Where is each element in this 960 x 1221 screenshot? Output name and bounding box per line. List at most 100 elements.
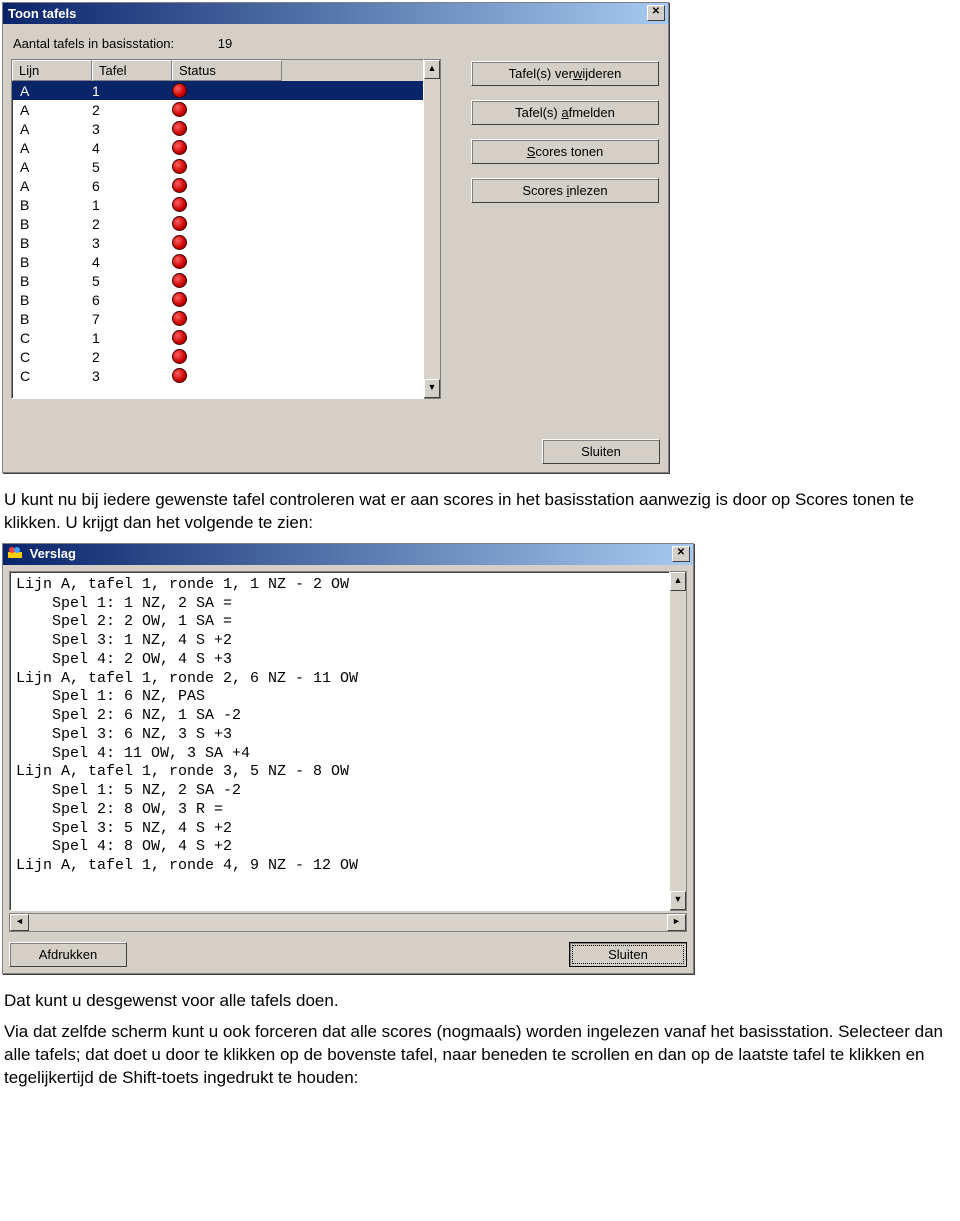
table-row[interactable]: B3 xyxy=(12,233,423,252)
cell-tafel: 4 xyxy=(92,140,172,156)
table-row[interactable]: A1 xyxy=(12,81,423,100)
app-icon xyxy=(8,546,22,561)
vertical-scrollbar[interactable]: ▲ ▼ xyxy=(670,571,687,911)
paragraph-3: Via dat zelfde scherm kunt u ook forcere… xyxy=(4,1021,944,1090)
table-row[interactable]: A6 xyxy=(12,176,423,195)
stat-label: Aantal tafels in basisstation: xyxy=(13,36,174,51)
cell-status xyxy=(172,254,187,269)
status-dot-icon xyxy=(172,311,187,326)
cell-tafel: 5 xyxy=(92,159,172,175)
window-title: Toon tafels xyxy=(8,6,76,21)
cell-status xyxy=(172,235,187,250)
close-icon[interactable]: ✕ xyxy=(672,546,690,562)
status-dot-icon xyxy=(172,140,187,155)
status-dot-icon xyxy=(172,102,187,117)
header-lijn[interactable]: Lijn xyxy=(12,60,92,81)
cell-status xyxy=(172,311,187,326)
toon-tafels-window: Toon tafels ✕ Aantal tafels in basisstat… xyxy=(2,2,669,473)
titlebar: Verslag ✕ xyxy=(3,544,693,565)
table-row[interactable]: B4 xyxy=(12,252,423,271)
cell-tafel: 7 xyxy=(92,311,172,327)
verwijderen-button[interactable]: Tafel(s) verwijderen xyxy=(471,61,659,86)
scroll-track[interactable] xyxy=(424,79,440,379)
stat-value: 19 xyxy=(218,36,232,51)
cell-lijn: A xyxy=(20,178,92,194)
scroll-track[interactable] xyxy=(670,591,686,891)
report-text[interactable]: Lijn A, tafel 1, ronde 1, 1 NZ - 2 OW Sp… xyxy=(9,571,670,911)
cell-tafel: 1 xyxy=(92,83,172,99)
cell-lijn: B xyxy=(20,311,92,327)
table-row[interactable]: C1 xyxy=(12,328,423,347)
status-dot-icon xyxy=(172,216,187,231)
status-dot-icon xyxy=(172,273,187,288)
cell-lijn: B xyxy=(20,197,92,213)
table-row[interactable]: C2 xyxy=(12,347,423,366)
cell-lijn: C xyxy=(20,349,92,365)
cell-tafel: 5 xyxy=(92,273,172,289)
cell-status xyxy=(172,216,187,231)
titlebar: Toon tafels ✕ xyxy=(3,3,668,24)
status-dot-icon xyxy=(172,349,187,364)
table-row[interactable]: B1 xyxy=(12,195,423,214)
cell-lijn: C xyxy=(20,330,92,346)
scores-inlezen-button[interactable]: Scores inlezen xyxy=(471,178,659,203)
stat-line: Aantal tafels in basisstation: 19 xyxy=(13,36,658,51)
cell-tafel: 3 xyxy=(92,368,172,384)
cell-status xyxy=(172,197,187,212)
scroll-up-icon[interactable]: ▲ xyxy=(424,60,440,79)
table-row[interactable]: C3 xyxy=(12,366,423,385)
cell-lijn: A xyxy=(20,140,92,156)
status-dot-icon xyxy=(172,83,187,98)
cell-tafel: 3 xyxy=(92,235,172,251)
sluiten-button[interactable]: Sluiten xyxy=(569,942,687,967)
cell-lijn: A xyxy=(20,159,92,175)
status-dot-icon xyxy=(172,368,187,383)
header-status[interactable]: Status xyxy=(172,60,282,81)
header-tafel[interactable]: Tafel xyxy=(92,60,172,81)
cell-status xyxy=(172,368,187,383)
scores-tonen-button[interactable]: Scores tonen xyxy=(471,139,659,164)
scroll-up-icon[interactable]: ▲ xyxy=(670,572,686,591)
sluiten-button[interactable]: Sluiten xyxy=(542,439,660,464)
cell-lijn: B xyxy=(20,235,92,251)
cell-tafel: 4 xyxy=(92,254,172,270)
cell-status xyxy=(172,121,187,136)
cell-lijn: C xyxy=(20,368,92,384)
scroll-left-icon[interactable]: ◄ xyxy=(10,914,29,931)
cell-lijn: B xyxy=(20,273,92,289)
cell-tafel: 3 xyxy=(92,121,172,137)
table-row[interactable]: B7 xyxy=(12,309,423,328)
scroll-down-icon[interactable]: ▼ xyxy=(424,379,440,398)
scroll-right-icon[interactable]: ► xyxy=(667,914,686,931)
status-dot-icon xyxy=(172,121,187,136)
horizontal-scrollbar[interactable]: ◄ ► xyxy=(9,913,687,932)
table-row[interactable]: A4 xyxy=(12,138,423,157)
cell-status xyxy=(172,178,187,193)
status-dot-icon xyxy=(172,235,187,250)
status-dot-icon xyxy=(172,330,187,345)
vertical-scrollbar[interactable]: ▲ ▼ xyxy=(424,59,441,399)
table-headers: Lijn Tafel Status xyxy=(12,60,423,81)
afmelden-button[interactable]: Tafel(s) afmelden xyxy=(471,100,659,125)
tables-list: Lijn Tafel Status A1A2A3A4A5A6B1B2B3B4B5… xyxy=(11,59,441,399)
cell-status xyxy=(172,273,187,288)
scroll-track[interactable] xyxy=(29,914,667,931)
table-row[interactable]: B6 xyxy=(12,290,423,309)
scroll-down-icon[interactable]: ▼ xyxy=(670,891,686,910)
paragraph-1: U kunt nu bij iedere gewenste tafel cont… xyxy=(4,489,944,535)
status-dot-icon xyxy=(172,159,187,174)
cell-lijn: A xyxy=(20,83,92,99)
table-row[interactable]: A3 xyxy=(12,119,423,138)
table-row[interactable]: B5 xyxy=(12,271,423,290)
close-icon[interactable]: ✕ xyxy=(647,5,665,21)
cell-status xyxy=(172,102,187,117)
cell-status xyxy=(172,140,187,155)
cell-tafel: 2 xyxy=(92,349,172,365)
cell-status xyxy=(172,292,187,307)
afdrukken-button[interactable]: Afdrukken xyxy=(9,942,127,967)
table-row[interactable]: A5 xyxy=(12,157,423,176)
table-row[interactable]: B2 xyxy=(12,214,423,233)
cell-lijn: B xyxy=(20,216,92,232)
table-row[interactable]: A2 xyxy=(12,100,423,119)
verslag-window: Verslag ✕ Lijn A, tafel 1, ronde 1, 1 NZ… xyxy=(2,543,694,974)
